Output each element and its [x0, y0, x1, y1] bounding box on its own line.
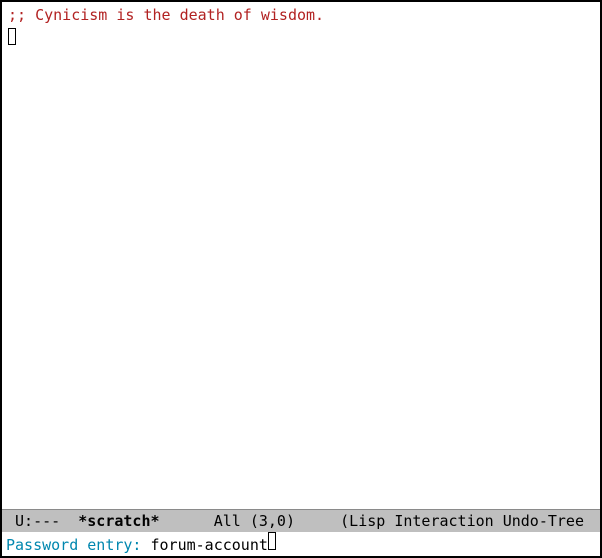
minibuffer-prompt: Password entry:: [6, 534, 151, 557]
point-cursor: [8, 28, 16, 45]
minibuffer-cursor: [268, 532, 276, 549]
emacs-frame: ;; Cynicism is the death of wisdom. U:--…: [0, 0, 602, 558]
minibuffer[interactable]: Password entry: forum-account: [2, 532, 600, 556]
modeline-buffer-name: *scratch*: [78, 512, 159, 530]
modeline-left: U:---: [6, 512, 78, 530]
buffer-cursor-row: [8, 26, 16, 47]
minibuffer-input-value: forum-account: [151, 534, 268, 557]
scratch-buffer[interactable]: ;; Cynicism is the death of wisdom.: [2, 2, 600, 509]
buffer-comment-line: ;; Cynicism is the death of wisdom.: [8, 6, 324, 24]
modeline-position: All (3,0): [160, 512, 341, 530]
modeline-modes: (Lisp Interaction Undo-Tree: [340, 512, 584, 530]
mode-line: U:--- *scratch* All (3,0) (Lisp Interact…: [2, 509, 600, 533]
